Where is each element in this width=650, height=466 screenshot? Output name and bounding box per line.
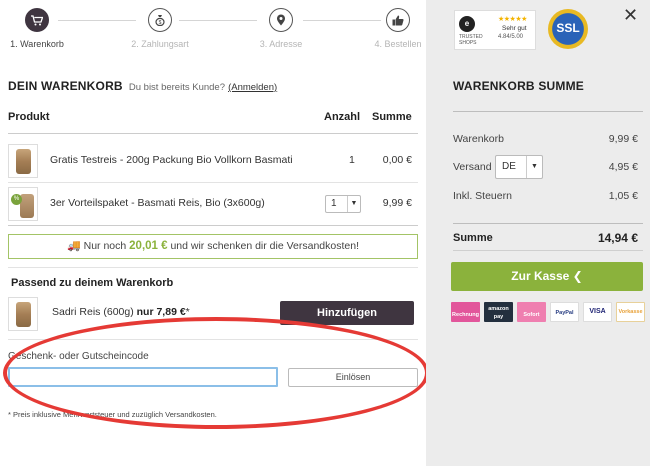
upsell-product: Sadri Reis (600g) nur 7,89 €* (52, 306, 190, 318)
visa-icon: VISA (583, 302, 612, 322)
total-value: 14,94 € (597, 231, 638, 245)
prepayment-icon: Vorkasse (616, 302, 645, 322)
chevron-down-icon: ▼ (526, 156, 542, 178)
rating-stars-icon: ★★★★★ (498, 16, 527, 23)
product-name: 3er Vorteilspaket - Basmati Reis, Bio (3… (50, 197, 265, 209)
table-row: % 3er Vorteilspaket - Basmati Reis, Bio … (8, 187, 418, 221)
col-sum: Summe (372, 111, 412, 123)
invoice-payment-icon: Rechnung (451, 302, 480, 322)
login-link[interactable]: (Anmelden) (228, 82, 277, 93)
table-row: Gratis Testreis - 200g Packung Bio Vollk… (8, 144, 418, 178)
summary-title: WARENKORB SUMME (453, 79, 584, 93)
total-label: Summe (453, 232, 493, 244)
voucher-input[interactable] (8, 367, 278, 387)
subtotal-label: Warenkorb (453, 133, 504, 145)
svg-text:$: $ (159, 20, 162, 26)
cart-summary-panel: e TRUSTED SHOPS ★★★★★ Sehr gut 4.84/5.00 … (426, 0, 650, 466)
voucher-label: Geschenk- oder Gutscheincode (8, 351, 149, 362)
shipping-value: 4,95 € (608, 161, 638, 173)
money-bag-icon: $ (148, 8, 172, 32)
quantity-select[interactable]: 1 ▼ (325, 195, 361, 213)
paypal-icon: PayPal (550, 302, 579, 322)
product-sum: 9,99 € (382, 197, 412, 209)
tax-value: 1,05 € (608, 190, 638, 202)
step-payment[interactable]: $ 2. Zahlungsart (115, 8, 205, 49)
add-to-cart-button[interactable]: Hinzufügen (280, 301, 414, 325)
step-label: 2. Zahlungsart (131, 39, 189, 49)
shipping-promo: 🚚 Nur noch 20,01 € und wir schenken dir … (8, 234, 418, 259)
step-cart[interactable]: 1. Warenkorb (0, 8, 82, 49)
thumbs-up-icon (386, 8, 410, 32)
location-pin-icon (269, 8, 293, 32)
trusted-shops-badge[interactable]: e TRUSTED SHOPS ★★★★★ Sehr gut 4.84/5.00 (454, 10, 536, 50)
shipping-label: Versand (453, 161, 492, 173)
tax-label: Inkl. Steuern (453, 190, 512, 202)
step-address[interactable]: 3. Adresse (236, 8, 326, 49)
cart-main: 1. Warenkorb $ 2. Zahlungsart 3. Adresse… (0, 0, 429, 466)
col-qty: Anzahl (324, 111, 361, 123)
subtotal-value: 9,99 € (608, 133, 638, 145)
payment-methods: Rechnung amazon pay Sofort PayPal VISA V… (451, 302, 645, 324)
step-label: 3. Adresse (259, 39, 303, 49)
redeem-button[interactable]: Einlösen (288, 368, 418, 387)
sofort-icon: Sofort (517, 302, 546, 322)
checkout-button[interactable]: Zur Kasse ❮ (451, 262, 643, 291)
product-image (8, 297, 38, 331)
product-image: % (8, 187, 38, 221)
checkout-steps: 1. Warenkorb $ 2. Zahlungsart 3. Adresse… (0, 0, 426, 60)
upsell-title: Passend zu deinem Warenkorb (11, 277, 174, 289)
login-hint: Du bist bereits Kunde? (128, 82, 225, 93)
chevron-down-icon: ▼ (347, 196, 360, 212)
product-sum: 0,00 € (382, 154, 412, 166)
amazon-pay-icon: amazon pay (484, 302, 513, 322)
product-name: Gratis Testreis - 200g Packung Bio Vollk… (50, 154, 293, 166)
trusted-shops-logo-icon: e (459, 16, 475, 32)
price-footnote: * Preis inklusive Mehrwertsteuer und zuz… (8, 410, 217, 419)
ssl-seal-icon: SSL (548, 9, 588, 49)
close-icon[interactable]: ✕ (623, 5, 638, 26)
cart-header: DEIN WARENKORB Du bist bereits Kunde? (A… (8, 79, 277, 93)
page-title: DEIN WARENKORB (8, 79, 123, 93)
col-product: Produkt (8, 111, 50, 123)
product-qty: 1 (349, 154, 355, 166)
country-select[interactable]: DE ▼ (495, 155, 543, 179)
truck-icon: 🚚 (67, 240, 81, 252)
step-label: 1. Warenkorb (10, 39, 64, 49)
cart-icon (25, 8, 49, 32)
product-image (8, 144, 38, 178)
